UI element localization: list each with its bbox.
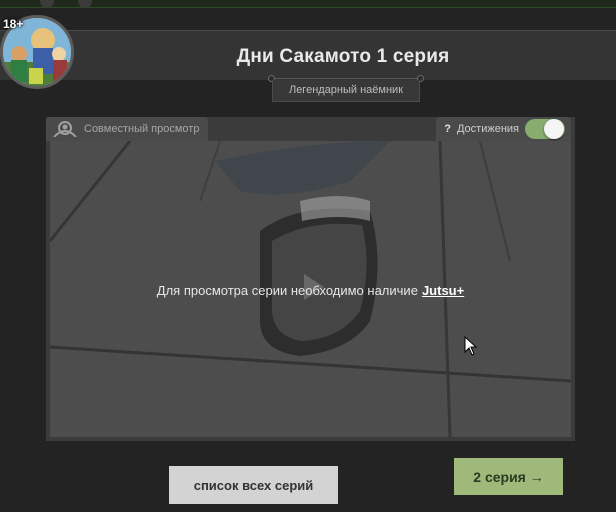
episode-subtitle: Легендарный наёмник xyxy=(268,75,424,103)
video-frame[interactable]: Для просмотра серии необходимо наличие Ju… xyxy=(50,141,571,437)
achievements-panel: ? Достижения xyxy=(436,117,571,141)
watch-together-label: Совместный просмотр xyxy=(84,123,200,135)
subscription-message: Для просмотра серии необходимо наличие Ju… xyxy=(50,283,571,298)
achievements-toggle[interactable] xyxy=(525,119,565,139)
mouse-cursor-icon xyxy=(464,336,478,356)
next-episode-button[interactable]: 2 серия → xyxy=(454,458,563,495)
nav-dot-icon xyxy=(40,0,54,8)
jutsu-plus-link[interactable]: Jutsu+ xyxy=(422,283,464,298)
all-episodes-button[interactable]: список всех серий xyxy=(169,466,338,504)
page-title: Дни Сакамото 1 серия xyxy=(236,46,450,67)
subscription-message-text: Для просмотра серии необходимо наличие xyxy=(156,283,418,298)
video-player: Совместный просмотр ? Достижения Для про… xyxy=(46,117,575,441)
toggle-thumb xyxy=(544,119,564,139)
achievements-label: Достижения xyxy=(456,123,519,135)
subtitle-divider xyxy=(270,78,422,79)
top-nav-strip xyxy=(0,0,616,8)
group-users-icon xyxy=(53,121,77,137)
subtitle-label: Легендарный наёмник xyxy=(272,80,420,102)
age-rating-badge: 18+ xyxy=(3,17,24,31)
nav-dot-icon xyxy=(78,0,92,8)
watch-together-button[interactable]: Совместный просмотр xyxy=(46,117,209,141)
help-icon[interactable]: ? xyxy=(444,123,451,135)
